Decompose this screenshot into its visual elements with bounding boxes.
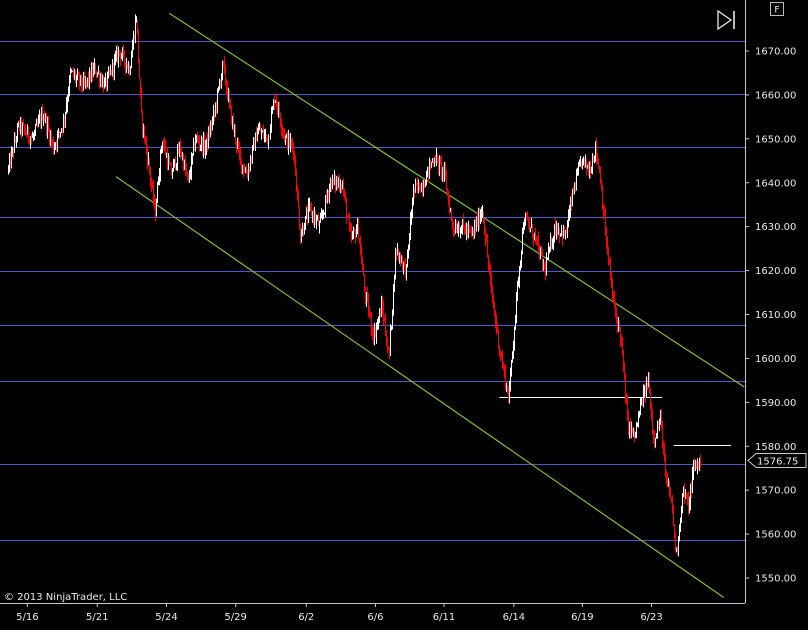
y-tick-label: 1670.00 [755,47,796,58]
x-tick-label: 6/14 [503,612,525,623]
y-tick-label: 1620.00 [755,266,796,277]
y-tick-label: 1560.00 [755,530,796,541]
x-tick-label: 6/2 [298,612,314,623]
y-tick-label: 1610.00 [755,310,796,321]
x-tick-label: 5/16 [16,612,38,623]
current-price-label: 1576.75 [757,457,798,468]
y-tick-label: 1590.00 [755,398,796,409]
x-tick-label: 5/29 [224,612,246,623]
x-tick-label: 6/19 [571,612,593,623]
copyright-text: © 2013 NinjaTrader, LLC [4,592,127,603]
price-chart[interactable]: 1550.00 1560.00 1570.00 1580.00 1590.00 1600.… [0,0,808,630]
x-tick-label: 6/6 [367,612,383,623]
format-button-label: F [774,6,779,16]
y-tick-label: 1650.00 [755,134,796,145]
format-button[interactable]: F [770,2,784,16]
y-tick-label: 1580.00 [755,442,796,453]
y-tick-label: 1570.00 [755,486,796,497]
current-price-marker: 1576.75 [747,453,807,469]
y-tick-label: 1630.00 [755,222,796,233]
x-tick-label: 5/24 [155,612,177,623]
y-tick-label: 1600.00 [755,354,796,365]
scroll-to-end-button[interactable] [714,8,738,32]
x-tick-label: 5/21 [86,612,108,623]
y-tick-label: 1660.00 [755,90,796,101]
x-tick-label: 6/23 [640,612,662,623]
y-tick-label: 1640.00 [755,178,796,189]
x-tick-label: 6/11 [433,612,455,623]
y-tick-label: 1550.00 [755,574,796,585]
